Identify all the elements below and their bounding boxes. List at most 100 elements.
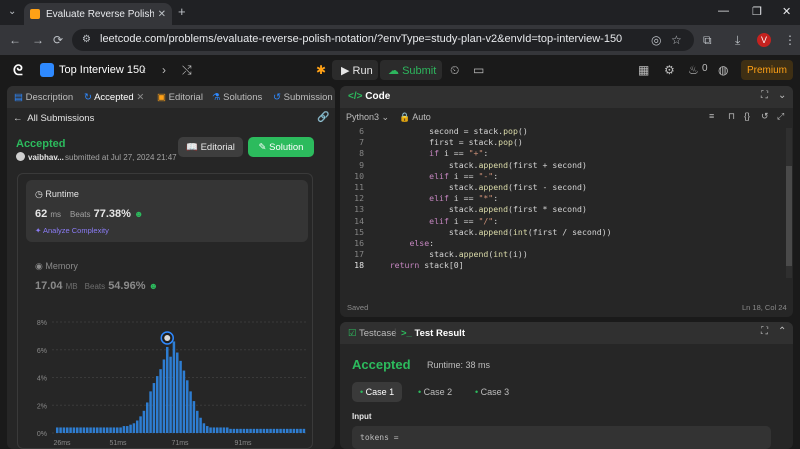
chart-bar[interactable] [59,427,62,433]
code-line[interactable]: 18 return stack[0] [340,260,780,271]
prev-problem-icon[interactable]: ‹ [142,63,146,77]
chart-bar[interactable] [189,391,192,434]
shuffle-icon[interactable]: ⤭ [182,63,192,78]
chart-bar[interactable] [142,410,146,433]
editor-scrollbar-thumb[interactable] [786,166,792,266]
chart-bar[interactable] [206,426,209,433]
tab-test-result[interactable]: >_ Test Result [401,328,465,339]
tab-solutions[interactable]: ⚗ Solutions [212,92,262,103]
chart-bar[interactable] [126,426,129,433]
chart-bar[interactable] [72,427,76,433]
chart-bar[interactable] [232,428,236,433]
chart-bar[interactable] [262,428,266,433]
download-icon[interactable]: ⤓ [735,33,740,48]
runtime-distribution-chart[interactable]: 8% 6% 4% 2% 0% 26ms 51ms 71ms 91ms [18,314,314,449]
chart-bar[interactable] [176,352,179,433]
chart-bar[interactable] [299,428,302,433]
code-line[interactable]: 6 second = stack.pop() [340,126,780,137]
next-problem-icon[interactable]: › [162,63,166,77]
chart-bar[interactable] [166,346,169,433]
run-button[interactable]: ▶ Run [332,60,378,80]
expand-panel-icon[interactable]: ⌃ [778,326,786,337]
url-field[interactable]: ⚙ leetcode.com/problems/evaluate-reverse… [72,29,694,51]
code-editor[interactable]: 6 second = stack.pop() 7 first = stack.po… [340,126,793,276]
chart-bar[interactable] [56,427,59,433]
chart-bar[interactable] [212,427,216,433]
close-tab-icon[interactable]: ✕ [136,92,144,103]
case-1-tab[interactable]: • Case 1 [352,382,403,402]
chart-bar[interactable] [222,427,226,433]
chart-bar[interactable] [199,417,202,433]
chart-bar[interactable] [226,427,229,433]
chart-bar[interactable] [132,423,136,433]
code-line[interactable]: 15 stack.append(int(first / second)) [340,227,780,238]
chart-bar[interactable] [89,427,92,433]
code-line[interactable]: 10 elif i == "-": [340,171,780,182]
study-plan-title[interactable]: Top Interview 150 [59,64,145,76]
chart-bar[interactable] [152,383,156,433]
close-window-icon[interactable]: ✕ [782,5,791,18]
code-line[interactable]: 14 elif i == "/": [340,216,780,227]
memory-label[interactable]: ◉ Memory [35,261,78,272]
code-line[interactable]: 11 stack.append(first - second) [340,182,780,193]
layout-icon[interactable]: ▦ [638,63,649,77]
analyze-complexity-link[interactable]: ✦ Analyze Complexity [35,226,109,235]
chart-bar[interactable] [116,427,119,433]
runtime-card[interactable]: ◷ Runtime 62 ms Beats 77.38% ☻ ✦ Analyze… [26,180,308,242]
chart-bar[interactable] [96,427,99,433]
collapse-panel-icon[interactable]: ⌄ [778,90,786,101]
solution-button[interactable]: ✎ Solution [248,137,314,157]
chart-bar[interactable] [129,424,132,433]
expand-icon[interactable]: ⤢ [777,111,784,122]
menu-icon[interactable]: ⋮ [784,33,796,47]
chart-bar[interactable] [179,360,182,433]
chart-bar[interactable] [239,428,242,433]
tab-submissions[interactable]: ↺ Submission [273,92,333,103]
link-icon[interactable]: 🔗 [317,112,329,123]
chart-bar[interactable] [159,369,162,433]
chart-bar[interactable] [182,370,186,433]
chart-bar[interactable] [66,427,69,433]
username[interactable]: vaibhav... [28,153,64,162]
chart-bar[interactable] [102,427,106,433]
close-tab-icon[interactable]: ✕ [158,9,166,20]
chart-bar[interactable] [112,427,116,433]
minimize-icon[interactable]: — [718,5,729,17]
notes-icon[interactable]: ▭ [473,63,484,77]
chart-bar[interactable] [242,428,246,433]
chart-bar[interactable] [82,427,86,433]
chart-bar[interactable] [156,376,159,433]
chart-bar[interactable] [62,427,66,433]
chart-bar[interactable] [216,427,219,433]
chart-bar[interactable] [269,428,272,433]
tab-editorial[interactable]: ▣ Editorial [157,92,203,103]
timer-icon[interactable]: ⏲ [450,63,459,78]
site-info-icon[interactable]: ⚙ [82,34,91,45]
submit-button[interactable]: ☁ Submit [380,60,442,80]
chart-bar[interactable] [79,427,82,433]
chart-bar[interactable] [219,427,222,433]
chart-bar[interactable] [259,428,262,433]
chart-bar[interactable] [122,426,126,433]
chart-bar[interactable] [119,427,122,433]
chart-bar[interactable] [146,402,149,433]
chart-bar[interactable] [289,428,292,433]
forward-icon[interactable]: → [32,33,44,47]
code-line[interactable]: 13 stack.append(first * second) [340,204,780,215]
browser-tab[interactable]: Evaluate Reverse Polish Notatio ✕ [24,3,172,25]
code-line[interactable]: 9 stack.append(first + second) [340,160,780,171]
editorial-button[interactable]: 📖 Editorial [178,137,243,157]
chart-bar[interactable] [282,428,286,433]
debug-icon[interactable]: ✱ [316,63,326,77]
chart-bar[interactable] [139,416,142,433]
bookmark-icon[interactable]: ⊓ [728,111,735,122]
settings-icon[interactable]: ⚙ [664,63,675,77]
chart-bar[interactable] [229,428,232,433]
chart-bar[interactable] [186,380,189,433]
premium-button[interactable]: Premium [741,60,793,80]
chart-bar[interactable] [202,423,206,433]
chart-bar[interactable] [236,428,239,433]
chart-bar[interactable] [209,427,212,433]
chart-bar[interactable] [249,428,252,433]
code-line[interactable]: 17 stack.append(int(i)) [340,249,780,260]
